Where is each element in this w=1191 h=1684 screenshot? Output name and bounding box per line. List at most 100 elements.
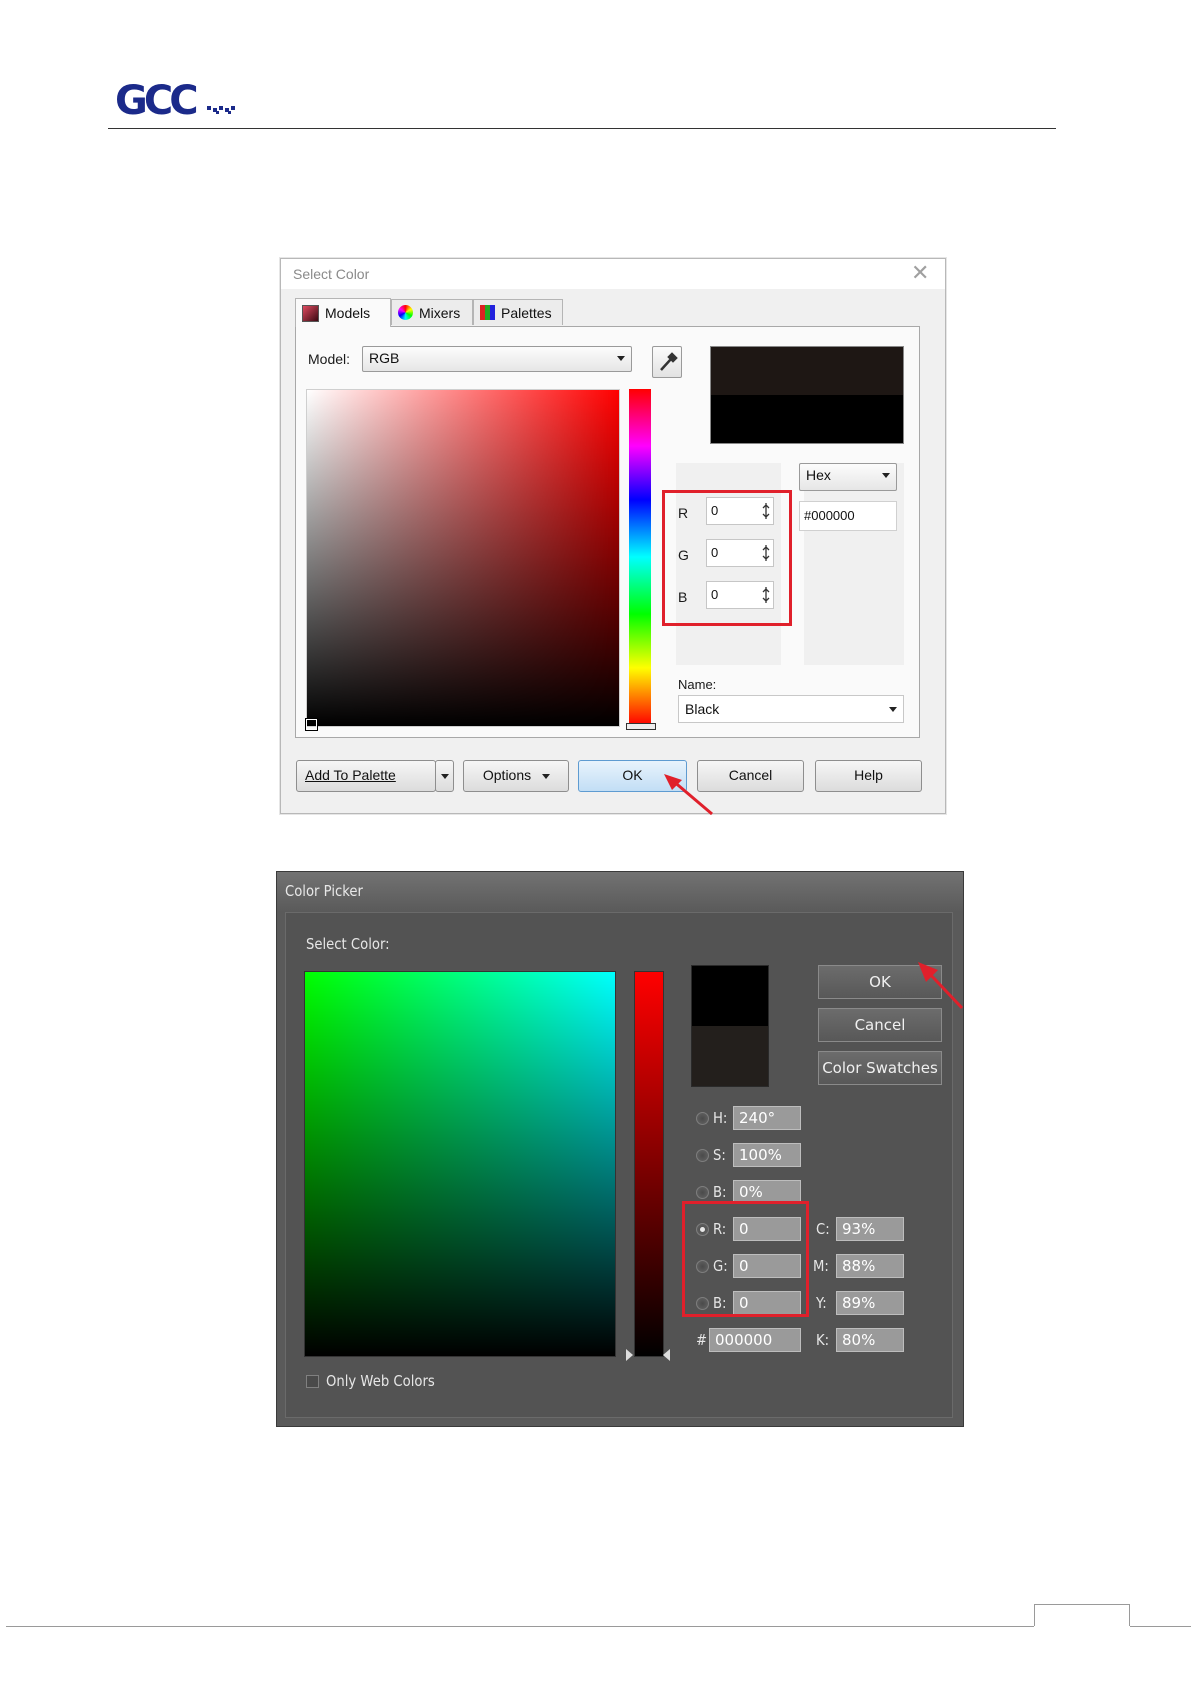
c-field[interactable]: 93% <box>836 1217 904 1241</box>
m-value: 88% <box>842 1257 876 1275</box>
ok-label: OK <box>869 973 891 991</box>
red-arrow-icon <box>918 962 964 1010</box>
format-select[interactable]: Hex <box>799 463 897 491</box>
help-label: Help <box>854 767 883 783</box>
k-label: K: <box>816 1331 830 1349</box>
s-radio[interactable] <box>696 1149 709 1162</box>
chevron-down-icon <box>441 774 449 779</box>
brightness-radio[interactable] <box>696 1186 709 1199</box>
tab-label: Palettes <box>501 304 552 321</box>
dialog-title: Color Picker <box>285 882 363 900</box>
only-web-colors-checkbox[interactable] <box>306 1375 319 1388</box>
chevron-down-icon <box>542 774 550 779</box>
tab-palettes[interactable]: Palettes <box>473 299 563 325</box>
y-label: Y: <box>816 1294 827 1312</box>
k-field[interactable]: 80% <box>836 1328 904 1352</box>
cancel-label: Cancel <box>854 1016 906 1034</box>
s-field[interactable]: 100% <box>733 1143 801 1167</box>
chevron-down-icon <box>889 707 897 712</box>
color-field-marker[interactable] <box>305 718 318 731</box>
eyedropper-button[interactable] <box>652 346 682 378</box>
cancel-button[interactable]: Cancel <box>818 1008 942 1042</box>
h-value: 240° <box>739 1109 776 1127</box>
brightness-value: 0% <box>739 1183 763 1201</box>
mixers-icon <box>398 305 413 320</box>
select-color-dialog: Select Color ✕ Models Mixers Palettes Mo… <box>280 258 946 814</box>
color-picker-dialog: Color Picker Select Color: OK Cancel Col… <box>276 871 964 1427</box>
tab-models[interactable]: Models <box>295 298 391 327</box>
name-value: Black <box>685 701 720 717</box>
preview-old-color <box>711 395 903 443</box>
color-picker-body: Select Color: OK Cancel Color Swatches H… <box>285 912 953 1418</box>
cancel-label: Cancel <box>728 767 773 783</box>
models-panel: Model: RGB R 0 G 0 B 0 Hex #000000 Name:… <box>295 326 920 738</box>
model-select[interactable]: RGB <box>362 346 632 372</box>
preview-old-color <box>692 1026 768 1086</box>
select-color-label: Select Color: <box>306 935 390 953</box>
brightness-label: B: <box>713 1183 727 1201</box>
header-rule <box>108 128 1056 129</box>
k-value: 80% <box>842 1331 876 1349</box>
m-label: M: <box>813 1257 829 1275</box>
palettes-icon <box>480 305 495 320</box>
color-field[interactable] <box>306 389 620 727</box>
color-preview <box>710 346 904 444</box>
eyedropper-icon <box>660 352 678 371</box>
y-value: 89% <box>842 1294 876 1312</box>
hex-input[interactable]: #000000 <box>799 501 897 531</box>
preview-new-color <box>692 966 768 1026</box>
c-value: 93% <box>842 1220 876 1238</box>
color-field[interactable] <box>304 971 616 1357</box>
options-label: Options <box>482 767 532 783</box>
footer-rule-right <box>1130 1626 1191 1627</box>
hue-slider-handle[interactable] <box>626 723 656 730</box>
y-field[interactable]: 89% <box>836 1291 904 1315</box>
tab-label: Models <box>325 305 371 321</box>
name-select[interactable]: Black <box>678 695 904 723</box>
brightness-slider[interactable] <box>634 971 664 1357</box>
close-icon[interactable]: ✕ <box>911 261 929 285</box>
s-value: 100% <box>739 1146 782 1164</box>
hex-value: #000000 <box>804 508 855 523</box>
options-button[interactable]: Options <box>463 760 569 792</box>
tab-label: Mixers <box>419 304 461 321</box>
models-icon <box>302 304 319 322</box>
dialog-title: Select Color <box>293 266 370 282</box>
h-field[interactable]: 240° <box>733 1106 801 1130</box>
hex-group <box>804 463 904 665</box>
model-select-value: RGB <box>369 350 400 366</box>
preview-new-color <box>711 347 903 395</box>
chevron-down-icon <box>617 356 625 361</box>
color-swatches-label: Color Swatches <box>822 1059 938 1077</box>
svg-text:GCC: GCC <box>115 80 196 122</box>
h-label: H: <box>713 1109 728 1127</box>
ok-label: OK <box>622 767 643 783</box>
red-arrow-icon <box>664 774 713 816</box>
title-bar: Select Color ✕ <box>281 259 945 289</box>
only-web-colors-label: Only Web Colors <box>326 1372 435 1390</box>
h-radio[interactable] <box>696 1112 709 1125</box>
hash-label: # <box>696 1331 708 1349</box>
chevron-down-icon <box>882 473 890 478</box>
footer-rule-left <box>6 1626 1034 1627</box>
m-field[interactable]: 88% <box>836 1254 904 1278</box>
color-preview <box>691 965 769 1087</box>
add-to-palette-button[interactable]: Add To Palette <box>296 760 436 792</box>
help-button[interactable]: Help <box>815 760 922 792</box>
format-select-value: Hex <box>806 467 831 483</box>
c-label: C: <box>816 1220 830 1238</box>
slider-handles-icon[interactable] <box>626 1349 670 1361</box>
hue-slider[interactable] <box>629 389 651 725</box>
rgb-highlight-box <box>662 490 792 626</box>
s-label: S: <box>713 1146 726 1164</box>
rgb-highlight-box <box>682 1201 809 1317</box>
hex-value: 000000 <box>715 1331 773 1349</box>
tab-mixers[interactable]: Mixers <box>391 299 473 325</box>
add-to-palette-dropdown[interactable] <box>435 760 454 792</box>
hex-field[interactable]: 000000 <box>709 1328 801 1352</box>
model-label: Model: <box>308 351 351 367</box>
gcc-logo: GCC <box>115 80 235 122</box>
add-to-palette-label: Add To Palette <box>305 767 396 783</box>
page-number-box <box>1034 1604 1130 1626</box>
color-swatches-button[interactable]: Color Swatches <box>818 1051 942 1085</box>
